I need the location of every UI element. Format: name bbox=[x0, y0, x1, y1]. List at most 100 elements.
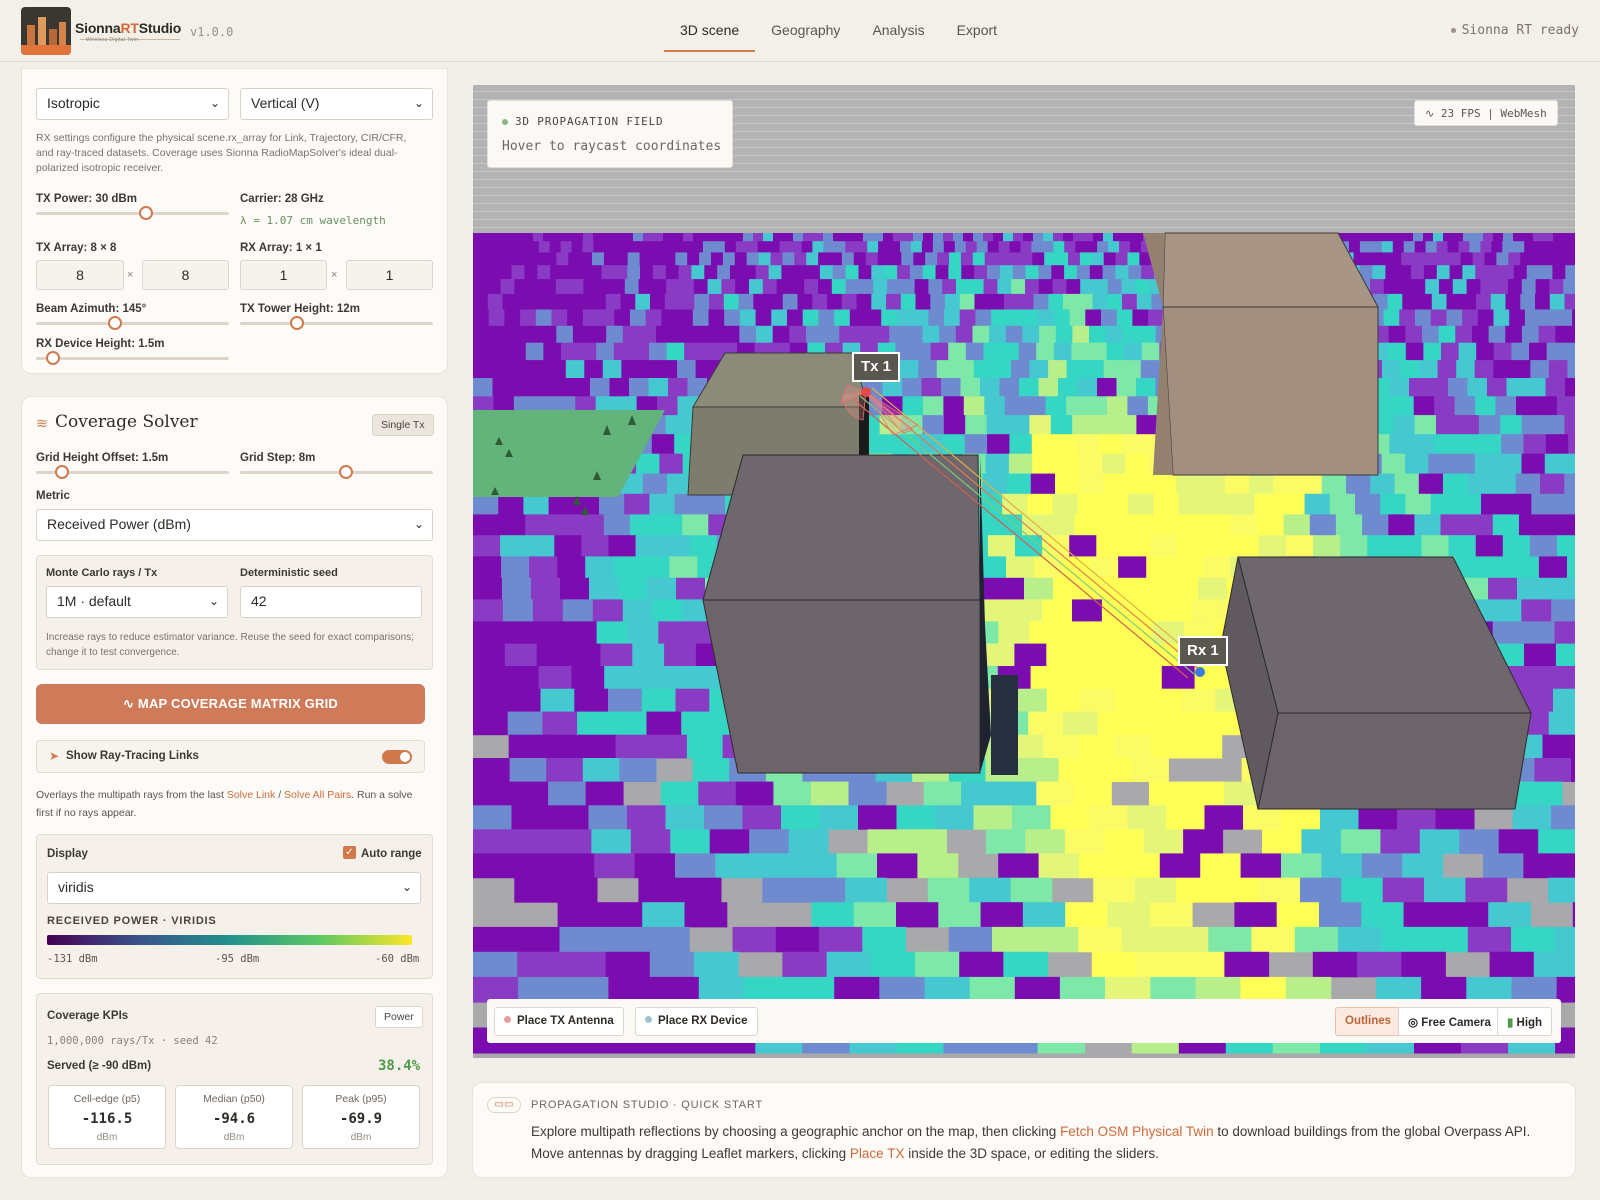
beam-azimuth-slider[interactable] bbox=[108, 316, 122, 330]
activity-icon: ∿ bbox=[123, 696, 138, 711]
tab-3d-scene[interactable]: 3D scene bbox=[664, 0, 756, 52]
brand-name: SionnaRTStudio bbox=[75, 20, 182, 36]
tab-export[interactable]: Export bbox=[941, 0, 1013, 52]
beam-azimuth-slider-track[interactable] bbox=[36, 322, 229, 325]
kpi-meta: 1,000,000 rays/Tx · seed 42 bbox=[47, 1035, 218, 1047]
mc-rays-select[interactable]: 1M · default ⌄ bbox=[46, 586, 228, 618]
legend-title: RECEIVED POWER · VIRIDIS bbox=[47, 915, 217, 927]
quickstart-title: PROPAGATION STUDIO · QUICK START bbox=[531, 1099, 763, 1111]
legend-mid: -95 dBm bbox=[215, 953, 260, 965]
status-dot-icon bbox=[1450, 28, 1456, 33]
outlines-toggle[interactable]: Outlines bbox=[1335, 1007, 1402, 1036]
main-nav: 3D scene Geography Analysis Export bbox=[664, 0, 1013, 62]
antenna-pattern-select[interactable]: Isotropic ⌄ bbox=[36, 88, 229, 120]
building-back-right bbox=[1162, 306, 1379, 476]
tx-array-rows-input[interactable]: 8 bbox=[36, 260, 124, 290]
seed-label: Deterministic seed bbox=[240, 567, 338, 579]
chevron-down-icon: ⌄ bbox=[208, 594, 219, 608]
chevron-down-icon: ⌄ bbox=[401, 880, 412, 894]
viewport-info-card: 3D PROPAGATION FIELD Hover to raycast co… bbox=[487, 100, 733, 168]
colorbar bbox=[47, 935, 412, 945]
viewport-info-title: 3D PROPAGATION FIELD bbox=[502, 115, 663, 128]
fps-counter: ∿ 23 FPS | WebMesh bbox=[1414, 100, 1558, 126]
legend-max: -60 dBm bbox=[375, 953, 420, 965]
app-logo bbox=[21, 7, 71, 55]
grid-step-slider[interactable] bbox=[339, 465, 353, 479]
display-label: Display bbox=[47, 848, 88, 860]
waves-icon: ≋ bbox=[36, 415, 48, 431]
rx-array-rows-input[interactable]: 1 bbox=[240, 260, 327, 290]
tx-power-slider[interactable] bbox=[139, 206, 153, 220]
seed-input[interactable]: 42 bbox=[240, 586, 422, 618]
viewport-toolbar: Place TX Antenna Place RX Device Outline… bbox=[487, 999, 1561, 1043]
kpi-card-peak: Peak (p95) -69.9 dBm bbox=[302, 1085, 420, 1149]
tab-geography[interactable]: Geography bbox=[755, 0, 856, 52]
app-header: SionnaRTStudio Wireless Digital Twin v1.… bbox=[0, 0, 1600, 62]
quality-button[interactable]: ▮ High bbox=[1497, 1007, 1553, 1036]
solve-link-link[interactable]: Solve Link bbox=[227, 789, 275, 801]
building-shadow-2 bbox=[991, 675, 1018, 775]
building-right bbox=[1257, 712, 1532, 810]
auto-range-label: Auto range bbox=[361, 848, 422, 860]
rx-height-slider[interactable] bbox=[46, 351, 60, 365]
scene-canvas[interactable] bbox=[473, 85, 1575, 1058]
chevron-down-icon: ⌄ bbox=[413, 517, 424, 531]
quickstart-body: Explore multipath reflections by choosin… bbox=[531, 1124, 1531, 1161]
grid-step-slider-track[interactable] bbox=[240, 471, 433, 474]
tx-power-slider-track[interactable] bbox=[36, 212, 229, 215]
building-center-roof bbox=[702, 454, 981, 601]
grid-step-label: Grid Step: 8m bbox=[240, 452, 316, 464]
mc-help: Increase rays to reduce estimator varian… bbox=[46, 632, 414, 658]
tx-marker-label[interactable]: Tx 1 bbox=[852, 352, 901, 382]
kpi-title: Coverage KPIs bbox=[47, 1010, 129, 1022]
fetch-osm-link[interactable]: Fetch OSM Physical Twin bbox=[1060, 1124, 1214, 1139]
tx-array-label: TX Array: 8 × 8 bbox=[36, 242, 117, 254]
tx-power-label: TX Power: 30 dBm bbox=[36, 193, 137, 205]
free-camera-button[interactable]: ◎ Free Camera bbox=[1398, 1007, 1501, 1036]
tx-marker-dot[interactable] bbox=[861, 387, 871, 397]
rx-array-cols-input[interactable]: 1 bbox=[346, 260, 433, 290]
mc-rays-label: Monte Carlo rays / Tx bbox=[46, 567, 158, 579]
tx-array-cols-input[interactable]: 8 bbox=[142, 260, 229, 290]
tower-height-slider[interactable] bbox=[290, 316, 304, 330]
tower-height-slider-track[interactable] bbox=[240, 322, 433, 325]
rx-marker-label[interactable]: Rx 1 bbox=[1178, 636, 1228, 666]
metric-label: Metric bbox=[36, 490, 70, 502]
place-tx-button[interactable]: Place TX Antenna bbox=[494, 1007, 624, 1036]
coverage-solver-title: Coverage Solver bbox=[55, 412, 198, 432]
single-tx-badge: Single Tx bbox=[372, 414, 434, 436]
polarization-select[interactable]: Vertical (V) ⌄ bbox=[240, 88, 433, 120]
place-tx-link[interactable]: Place TX bbox=[850, 1146, 905, 1161]
served-value: 38.4% bbox=[378, 1058, 421, 1074]
metric-select[interactable]: Received Power (dBm) ⌄ bbox=[36, 509, 433, 541]
colormap-select[interactable]: viridis ⌄ bbox=[47, 872, 421, 904]
ray-links-toggle-row[interactable]: ➤ Show Ray-Tracing Links bbox=[36, 740, 425, 773]
rx-array-label: RX Array: 1 × 1 bbox=[240, 242, 322, 254]
tower-height-label: TX Tower Height: 12m bbox=[240, 303, 360, 315]
place-rx-button[interactable]: Place RX Device bbox=[635, 1007, 758, 1036]
rx-height-slider-track[interactable] bbox=[36, 357, 229, 360]
grid-height-slider[interactable] bbox=[55, 465, 69, 479]
solve-all-pairs-link[interactable]: Solve All Pairs bbox=[284, 789, 351, 801]
chevron-down-icon: ⌄ bbox=[209, 96, 220, 110]
battery-icon: ▮ bbox=[1507, 1017, 1517, 1029]
tab-analysis[interactable]: Analysis bbox=[856, 0, 940, 52]
activity-icon: ∿ bbox=[1425, 107, 1441, 120]
rx-dot-icon bbox=[645, 1016, 652, 1023]
auto-range-checkbox[interactable]: ✓ bbox=[343, 846, 356, 859]
status-indicator: Sionna RT ready bbox=[1450, 23, 1579, 38]
compass-icon: ◎ bbox=[1408, 1017, 1422, 1029]
grid-height-label: Grid Height Offset: 1.5m bbox=[36, 452, 169, 464]
viewport-hover-hint: Hover to raycast coordinates bbox=[502, 139, 722, 154]
3d-viewport[interactable] bbox=[473, 85, 1575, 1058]
brand-tagline: Wireless Digital Twin bbox=[86, 37, 139, 43]
times-sign: × bbox=[127, 269, 134, 281]
rx-height-label: RX Device Height: 1.5m bbox=[36, 338, 165, 350]
rx-settings-help: RX settings configure the physical scene… bbox=[36, 132, 407, 174]
book-icon: ▭▭ bbox=[487, 1097, 521, 1113]
ray-links-toggle[interactable] bbox=[382, 750, 412, 764]
kpi-card-median: Median (p50) -94.6 dBm bbox=[175, 1085, 293, 1149]
chevron-down-icon: ⌄ bbox=[413, 96, 424, 110]
rx-marker-dot[interactable] bbox=[1195, 667, 1205, 677]
map-coverage-button[interactable]: ∿ MAP COVERAGE MATRIX GRID bbox=[36, 684, 425, 724]
